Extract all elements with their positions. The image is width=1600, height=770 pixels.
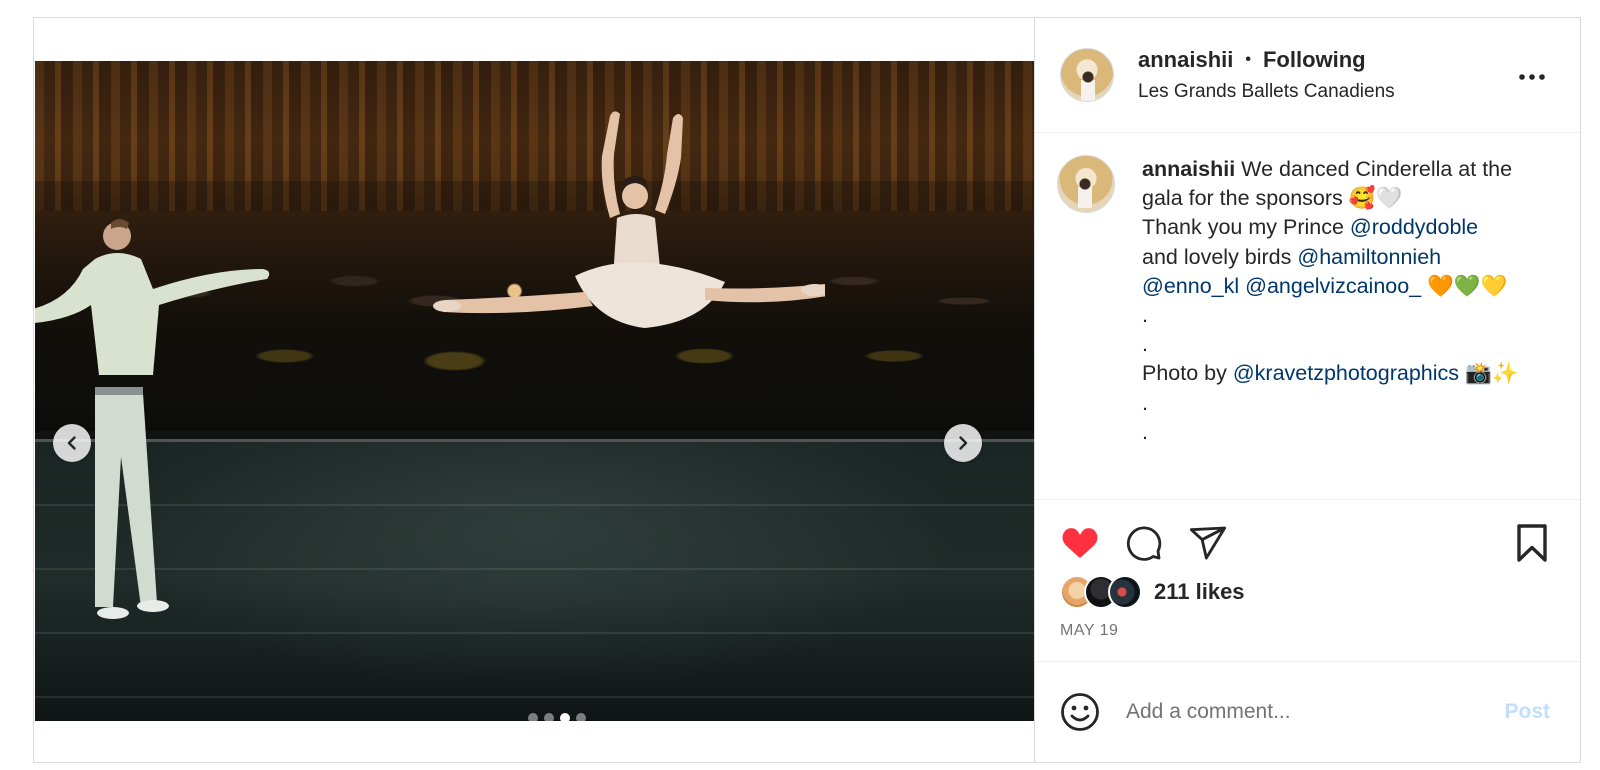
liker-avatars[interactable] (1060, 575, 1142, 609)
caption-hearts: 🧡💚💛 (1421, 273, 1508, 298)
carousel-dot (575, 713, 586, 721)
heart-filled-icon[interactable] (1060, 523, 1100, 563)
mention-link[interactable]: @hamiltonnieh (1297, 245, 1441, 269)
location-link[interactable]: Les Grands Ballets Canadiens (1138, 81, 1395, 103)
more-horizontal-icon (1519, 74, 1545, 80)
ballerina-figure (433, 111, 825, 328)
author-line: annaishii • Following (1138, 47, 1395, 73)
mention-link[interactable]: @kravetzphotographics (1233, 361, 1459, 385)
author-info: annaishii • Following Les Grands Ballets… (1138, 47, 1395, 103)
action-buttons (1060, 523, 1228, 563)
separator-dot: • (1245, 51, 1251, 68)
caption-line3: and lovely birds (1142, 244, 1298, 269)
likes-count[interactable]: 211 likes (1154, 579, 1245, 605)
author-username[interactable]: annaishii (1138, 47, 1233, 73)
chevron-right-icon (959, 436, 968, 450)
paper-plane-icon[interactable] (1188, 523, 1228, 563)
carousel-dot (527, 713, 538, 721)
mention-link[interactable]: @angelvizcainoo_ (1245, 274, 1421, 298)
carousel-dot-active (559, 713, 570, 721)
caption-photo-emoji: 📸✨ (1459, 361, 1519, 386)
comment-bar: Post (1035, 662, 1580, 761)
caption-dot: . (1142, 419, 1148, 444)
post-actions: 211 likes MAY 19 (1035, 500, 1580, 662)
more-options-button[interactable] (1518, 68, 1546, 86)
caption-username[interactable]: annaishii (1142, 157, 1235, 181)
post-card: annaishii • Following Les Grands Ballets… (33, 17, 1581, 763)
post-media (34, 18, 1035, 762)
post-comment-button[interactable]: Post (1504, 700, 1550, 724)
caption-text: annaishii We danced Cinderella at the ga… (1142, 155, 1542, 499)
carousel-dot (543, 713, 554, 721)
post-header: annaishii • Following Les Grands Ballets… (1035, 18, 1580, 133)
liker-avatar (1108, 575, 1142, 609)
caption-dot: . (1142, 303, 1148, 328)
male-dancer-figure (35, 219, 270, 619)
caption-section: annaishii We danced Cinderella at the ga… (1035, 133, 1580, 500)
caption-photo-credit: Photo by (1142, 361, 1233, 386)
post-photo[interactable] (35, 61, 1034, 721)
post-side-panel: annaishii • Following Les Grands Ballets… (1035, 18, 1580, 762)
comment-icon[interactable] (1124, 523, 1164, 563)
caption-dot: . (1142, 332, 1148, 357)
smiley-icon[interactable] (1060, 692, 1100, 732)
carousel-indicators (35, 713, 1034, 721)
carousel-prev-button[interactable] (53, 424, 91, 462)
bookmark-icon[interactable] (1514, 523, 1550, 563)
caption-line2: Thank you my Prince (1142, 215, 1350, 240)
following-button[interactable]: Following (1263, 47, 1366, 73)
likes-row: 211 likes (1060, 575, 1245, 609)
carousel-next-button[interactable] (944, 424, 982, 462)
post-date[interactable]: MAY 19 (1060, 622, 1118, 640)
caption-dot: . (1142, 390, 1148, 415)
comment-input[interactable] (1126, 699, 1456, 724)
chevron-left-icon (67, 436, 76, 450)
caption-author-avatar[interactable] (1057, 155, 1115, 213)
mention-link[interactable]: @enno_kl (1142, 274, 1239, 298)
author-avatar[interactable] (1060, 48, 1114, 102)
mention-link[interactable]: @roddydoble (1350, 215, 1478, 239)
